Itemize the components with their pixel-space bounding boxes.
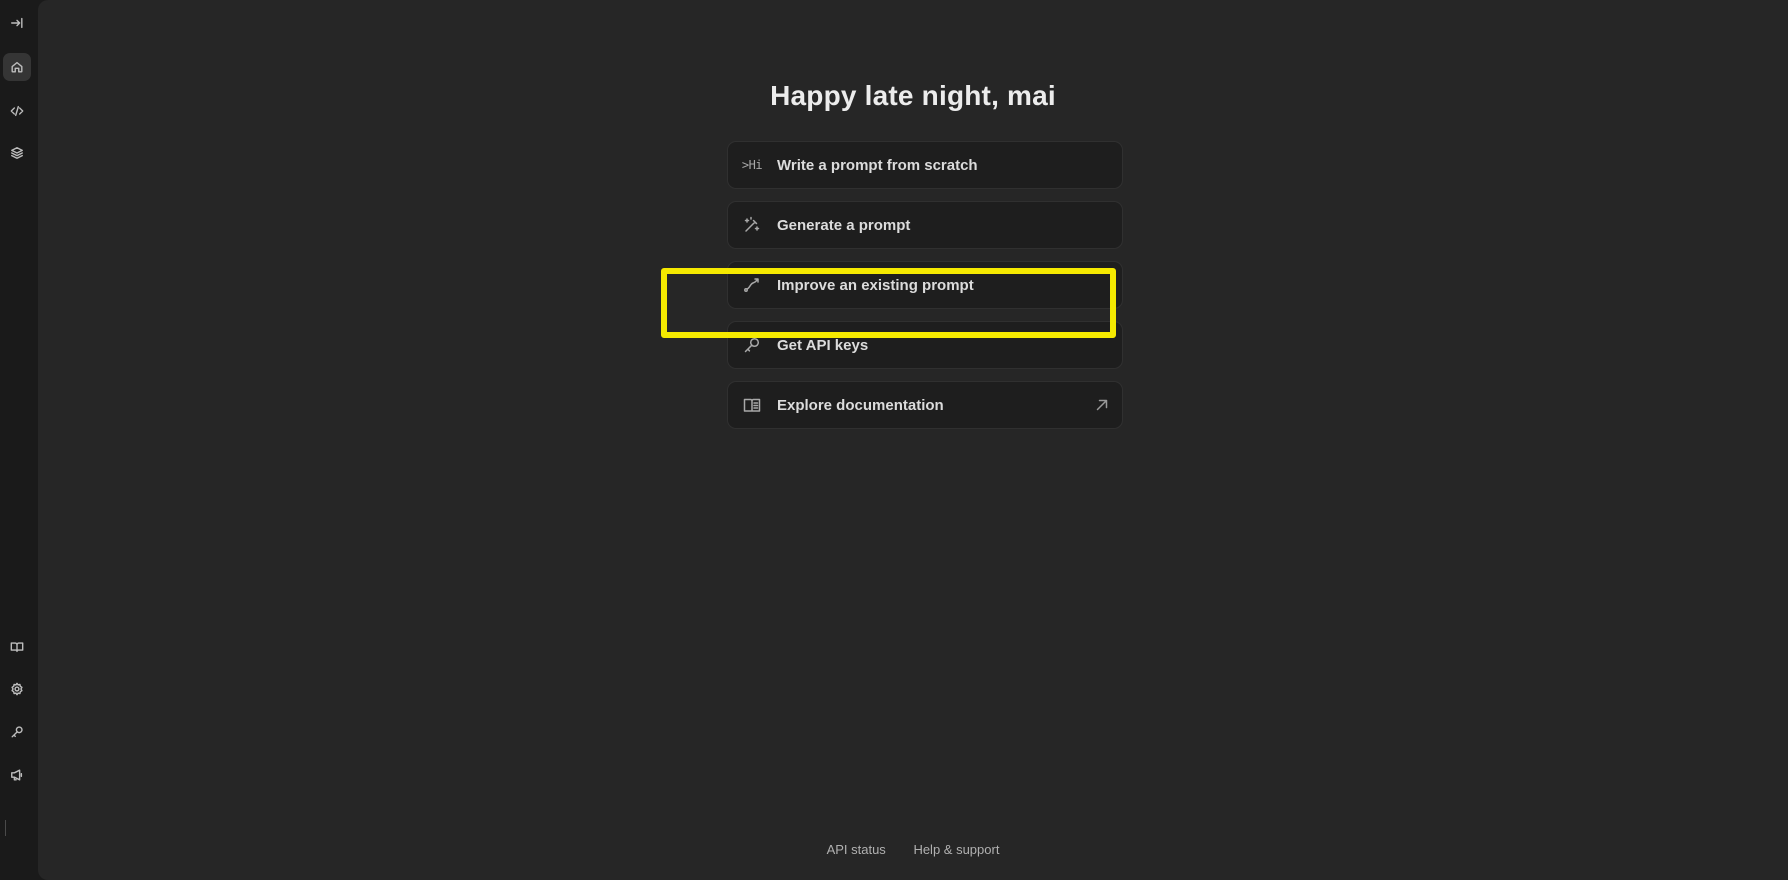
- key-icon: [11, 726, 23, 738]
- trend-arrow-icon: [740, 273, 764, 297]
- card-label: Write a prompt from scratch: [777, 156, 978, 174]
- card-label: Explore documentation: [777, 396, 944, 414]
- get-api-keys-card[interactable]: Get API keys: [727, 321, 1123, 369]
- nav-code-button[interactable]: [3, 97, 31, 125]
- card-label: Generate a prompt: [777, 216, 911, 234]
- card-label: Get API keys: [777, 336, 869, 354]
- nav-settings-button[interactable]: [3, 675, 31, 703]
- collapse-sidebar-button[interactable]: [3, 9, 31, 37]
- page-title: Happy late night, mai: [770, 80, 1056, 111]
- book-open-icon: [740, 393, 764, 417]
- help-support-link[interactable]: Help & support: [913, 842, 999, 857]
- api-status-link[interactable]: API status: [827, 842, 886, 857]
- home-icon: [11, 61, 23, 73]
- nav-layers-button[interactable]: [3, 139, 31, 167]
- card-label: Improve an existing prompt: [777, 276, 974, 294]
- explore-documentation-card[interactable]: Explore documentation: [727, 381, 1123, 429]
- nav-documentation-button[interactable]: [3, 633, 31, 661]
- nav-home-button[interactable]: [3, 53, 31, 81]
- nav-feedback-button[interactable]: [3, 761, 31, 789]
- nav-api-keys-button[interactable]: [3, 718, 31, 746]
- write-prompt-card[interactable]: >Hi Write a prompt from scratch: [727, 141, 1123, 189]
- generate-prompt-card[interactable]: Generate a prompt: [727, 201, 1123, 249]
- improve-prompt-card[interactable]: Improve an existing prompt: [727, 261, 1123, 309]
- sidebar-resize-handle[interactable]: [5, 820, 6, 836]
- external-link-icon: [1094, 397, 1110, 413]
- terminal-hi-icon: >Hi: [741, 158, 763, 172]
- footer: API status Help & support: [38, 842, 1788, 857]
- main-panel: Happy late night, mai >Hi Write a prompt…: [38, 0, 1788, 880]
- magic-wand-icon: [740, 213, 764, 237]
- key-icon: [740, 333, 764, 357]
- code-icon: [10, 105, 24, 117]
- gear-icon: [11, 682, 23, 696]
- megaphone-icon: [11, 769, 23, 781]
- sidebar: [0, 0, 38, 880]
- layers-icon: [11, 147, 23, 159]
- arrow-right-to-line-icon: [11, 17, 23, 29]
- book-icon: [10, 642, 24, 653]
